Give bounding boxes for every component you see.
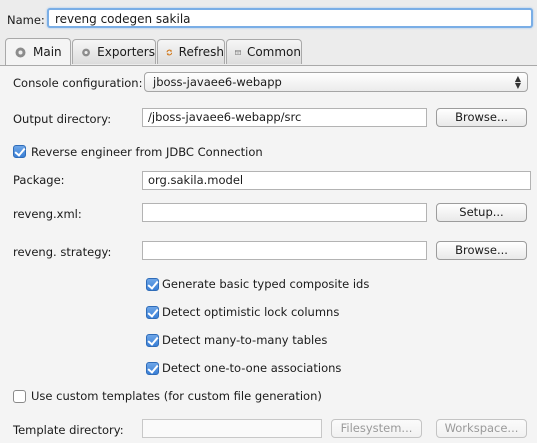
filesystem-button[interactable]: Filesystem... (331, 419, 422, 438)
optimistic-lock-label: Detect optimistic lock columns (162, 305, 340, 319)
tab-common[interactable]: Common (226, 39, 302, 64)
common-icon (235, 49, 241, 55)
optimistic-lock-checkbox[interactable] (146, 306, 159, 319)
workspace-button[interactable]: Workspace... (436, 419, 527, 438)
reveng-strategy-input[interactable] (142, 241, 427, 260)
console-config-label: Console configuration: (13, 76, 143, 90)
name-label: Name: (7, 13, 45, 27)
reveng-xml-input[interactable] (142, 203, 427, 222)
package-label: Package: (13, 173, 65, 187)
console-config-select[interactable]: jboss-javaee6-webapp ▲ ▼ (144, 72, 528, 92)
select-arrows-icon: ▲ ▼ (514, 74, 521, 90)
composite-ids-checkbox[interactable] (146, 278, 159, 291)
output-dir-browse-button[interactable]: Browse... (436, 108, 527, 127)
main-panel: Console configuration: jboss-javaee6-web… (0, 65, 537, 443)
tab-main-label: Main (33, 45, 62, 59)
name-row: Name: reveng codegen sakila (0, 0, 537, 38)
template-dir-label: Template directory: (13, 423, 124, 437)
composite-ids-label: Generate basic typed composite ids (162, 277, 370, 291)
output-dir-label: Output directory: (13, 112, 112, 126)
tab-common-label: Common (246, 45, 301, 59)
reverse-engineer-checkbox[interactable] (13, 145, 26, 158)
many-to-many-checkbox[interactable] (146, 334, 159, 347)
reveng-strategy-browse-button[interactable]: Browse... (436, 241, 527, 260)
hibernate-icon (15, 47, 26, 57)
console-config-value: jboss-javaee6-webapp (153, 75, 282, 89)
tab-main[interactable]: Main (5, 38, 71, 65)
tab-exporters-label: Exporters (97, 45, 155, 59)
reveng-xml-label: reveng.xml: (13, 207, 82, 221)
one-to-one-label: Detect one-to-one associations (162, 361, 342, 375)
package-input[interactable]: org.sakila.model (142, 171, 531, 190)
reverse-engineer-label: Reverse engineer from JDBC Connection (31, 145, 263, 159)
tab-refresh-label: Refresh (178, 45, 224, 59)
name-input[interactable]: reveng codegen sakila (47, 8, 533, 28)
output-dir-input[interactable]: /jboss-javaee6-webapp/src (142, 108, 427, 127)
reveng-strategy-label: reveng. strategy: (13, 245, 112, 259)
tab-refresh[interactable]: Refresh (157, 39, 225, 64)
tab-exporters[interactable]: Exporters (72, 39, 156, 64)
many-to-many-label: Detect many-to-many tables (162, 333, 328, 347)
refresh-icon (166, 49, 173, 55)
tab-bar: Main Exporters Refresh Common (0, 38, 537, 66)
one-to-one-checkbox[interactable] (146, 362, 159, 375)
custom-templates-checkbox[interactable] (13, 390, 26, 403)
hibernate-icon (82, 48, 90, 56)
template-dir-input[interactable] (142, 419, 322, 438)
reveng-xml-setup-button[interactable]: Setup... (436, 203, 527, 222)
custom-templates-label: Use custom templates (for custom file ge… (31, 389, 322, 403)
